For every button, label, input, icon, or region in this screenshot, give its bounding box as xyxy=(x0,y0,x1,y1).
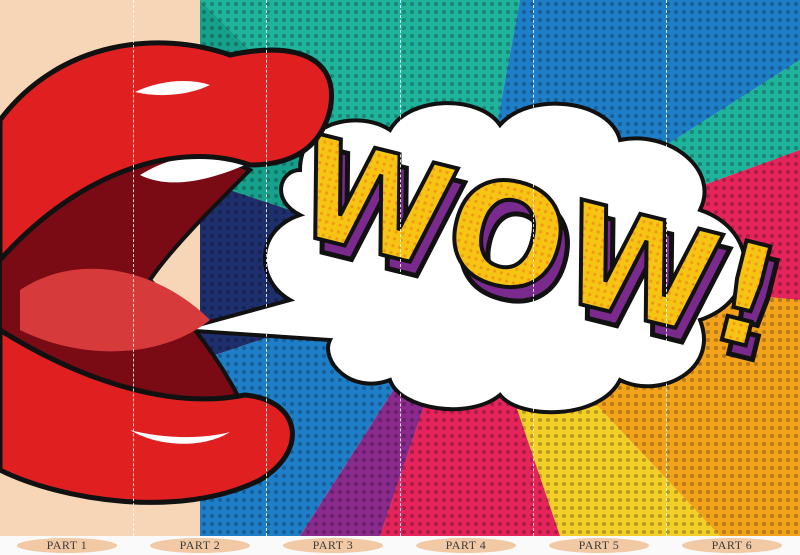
panel-seam xyxy=(533,0,534,536)
wallpaper-preview: WOW! WOW! PART 1 PART 2 PART 3 PART 4 PA… xyxy=(0,0,800,555)
part-3-label: PART 3 xyxy=(283,538,383,553)
part-1-label: PART 1 xyxy=(17,538,117,553)
panel-seam xyxy=(666,0,667,536)
part-5-label: PART 5 xyxy=(549,538,649,553)
part-2-label: PART 2 xyxy=(150,538,250,553)
panel-label-bar xyxy=(0,536,800,555)
part-6-label: PART 6 xyxy=(682,538,782,553)
panel-seam xyxy=(266,0,267,536)
panel-seam xyxy=(400,0,401,536)
panel-seam xyxy=(133,0,134,536)
part-4-label: PART 4 xyxy=(416,538,516,553)
